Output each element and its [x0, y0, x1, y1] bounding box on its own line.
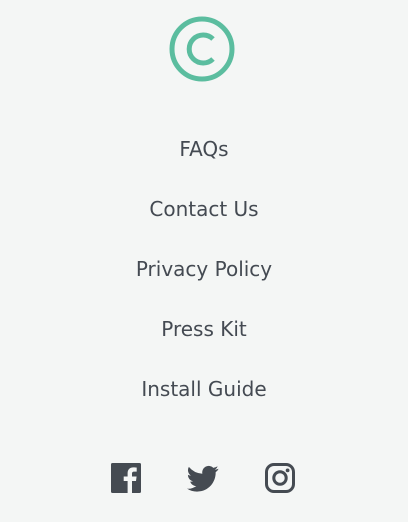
facebook-icon — [111, 463, 141, 493]
press-kit-link[interactable]: Press Kit — [0, 315, 408, 343]
faqs-link[interactable]: FAQs — [0, 135, 408, 163]
twitter-link[interactable] — [187, 462, 219, 494]
privacy-policy-link[interactable]: Privacy Policy — [0, 255, 408, 283]
copyright-icon — [169, 16, 235, 82]
install-guide-link[interactable]: Install Guide — [0, 375, 408, 403]
social-links — [0, 462, 408, 494]
facebook-link[interactable] — [110, 462, 142, 494]
contact-us-link[interactable]: Contact Us — [0, 195, 408, 223]
instagram-link[interactable] — [264, 462, 296, 494]
twitter-icon — [187, 465, 219, 492]
instagram-icon — [265, 463, 295, 493]
